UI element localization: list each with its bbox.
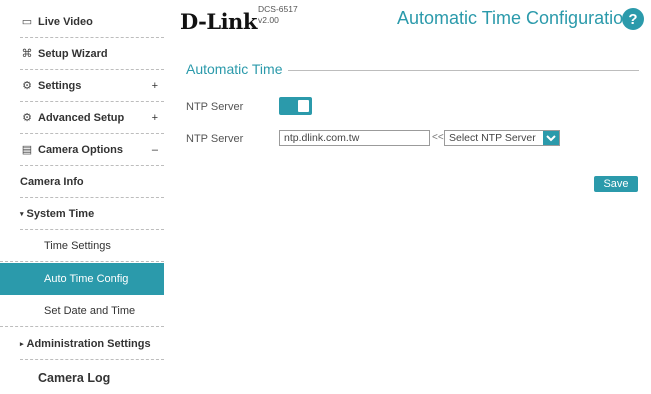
sidebar-item-live-video[interactable]: ▭ Live Video: [20, 6, 164, 38]
sidebar-item-camera-options[interactable]: ▤ Camera Options –: [20, 134, 164, 166]
advanced-gear-icon: ⚙: [22, 112, 32, 124]
sidebar-item-advanced-setup[interactable]: ⚙ Advanced Setup +: [20, 102, 164, 134]
sidebar-item-system-time[interactable]: ▾ System Time: [20, 198, 164, 230]
sidebar-item-set-date-and-time[interactable]: Set Date and Time: [0, 295, 164, 327]
sidebar-item-label: Live Video: [38, 15, 93, 28]
ntp-server-select[interactable]: Select NTP Server: [444, 130, 560, 146]
sidebar-item-setup-wizard[interactable]: ⌘ Setup Wizard: [20, 38, 164, 70]
sidebar-item-label: System Time: [26, 207, 95, 220]
sidebar-item-time-settings[interactable]: Time Settings: [0, 230, 164, 262]
sidebar-item-label: Camera Log: [38, 371, 111, 385]
ntp-server-input[interactable]: ntp.dlink.com.tw: [279, 130, 430, 146]
expand-icon[interactable]: +: [152, 112, 158, 124]
expand-icon[interactable]: +: [152, 80, 158, 92]
sidebar-item-label: Camera Info: [20, 175, 84, 188]
model-info: DCS-6517 v2.00: [258, 4, 298, 26]
gear-icon: ⚙: [22, 80, 32, 92]
document-icon: ▤: [21, 144, 33, 156]
page-title: Automatic Time Configuration: [397, 8, 634, 28]
sidebar-item-auto-time-config[interactable]: Auto Time Config: [0, 263, 164, 295]
sidebar-item-label: Advanced Setup: [38, 111, 125, 124]
sidebar-item-administration-settings[interactable]: ▸ Administration Settings: [20, 328, 164, 360]
ntp-server-label: NTP Server: [186, 133, 244, 145]
sidebar-item-label: Set Date and Time: [44, 304, 136, 317]
ntp-server-toggle[interactable]: [279, 97, 312, 115]
sidebar-item-settings[interactable]: ⚙ Settings +: [20, 70, 164, 102]
firmware-version: v2.00: [258, 15, 279, 25]
sidebar-item-camera-log[interactable]: Camera Log: [38, 362, 182, 394]
select-value: Select NTP Server: [449, 132, 536, 144]
video-icon: ▭: [21, 16, 33, 28]
sidebar-item-label: Time Settings: [44, 239, 111, 252]
dlink-logo: D-Link: [180, 9, 257, 34]
sidebar-item-label: Settings: [38, 79, 82, 92]
ntp-toggle-label: NTP Server: [186, 101, 244, 113]
collapse-icon[interactable]: –: [152, 144, 158, 156]
caret-right-icon: ▸: [20, 340, 24, 348]
caret-down-icon: ▾: [20, 210, 24, 218]
sidebar-item-camera-info[interactable]: Camera Info: [20, 166, 164, 198]
save-button[interactable]: Save: [594, 176, 638, 192]
sidebar: ▭ Live Video ⌘ Setup Wizard ⚙ Settings +…: [0, 0, 164, 390]
chevron-down-icon[interactable]: [543, 131, 559, 145]
wand-icon: ⌘: [21, 48, 33, 60]
copy-arrows[interactable]: <<: [432, 132, 444, 143]
toggle-knob: [298, 100, 309, 112]
sidebar-item-label: Administration Settings: [26, 337, 151, 350]
sidebar-item-label: Setup Wizard: [38, 47, 108, 60]
model-name: DCS-6517: [258, 4, 298, 14]
section-title: Automatic Time: [186, 61, 289, 77]
sidebar-item-label: Camera Options: [38, 143, 123, 156]
help-icon[interactable]: ?: [622, 8, 644, 30]
sidebar-item-label: Auto Time Config: [44, 273, 129, 285]
